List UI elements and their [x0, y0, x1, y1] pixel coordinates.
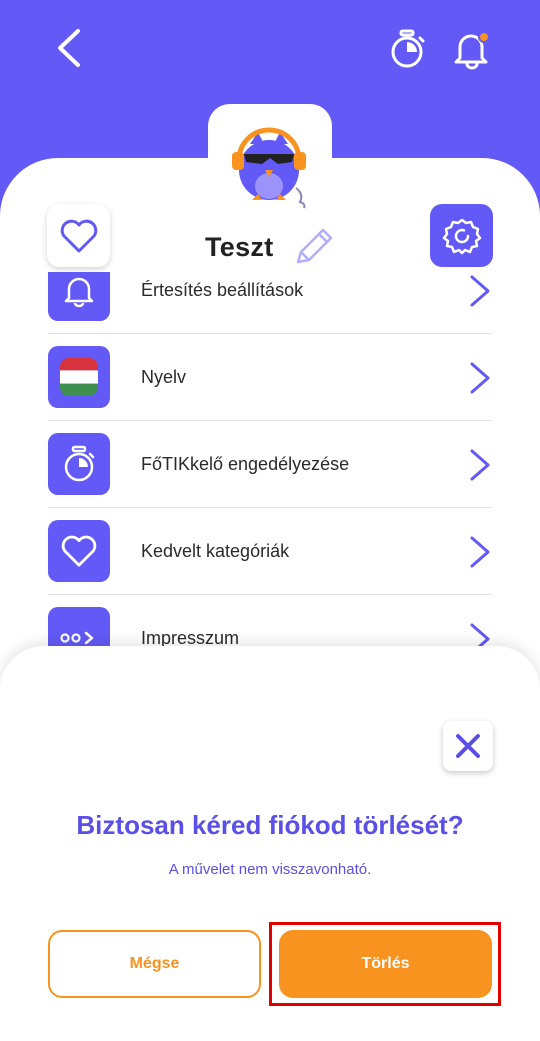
- gear-icon: [442, 218, 481, 254]
- close-icon: [456, 734, 480, 758]
- stopwatch-icon: [64, 445, 95, 482]
- chevron-right-icon: [470, 449, 490, 481]
- heart-icon: [61, 535, 97, 567]
- list-item-notification-settings[interactable]: Értesítés beállítások: [48, 272, 492, 334]
- favorite-button[interactable]: [47, 204, 110, 267]
- dialog-subtitle: A művelet nem visszavonható.: [168, 861, 372, 878]
- notifications-button[interactable]: [450, 26, 494, 70]
- list-item-language[interactable]: Nyelv: [48, 334, 492, 421]
- settings-list: Értesítés beállítások Nyelv FőTIKkelő en…: [0, 272, 540, 652]
- highlight-frame: [269, 922, 501, 1006]
- pencil-icon: [296, 228, 333, 264]
- hungarian-flag-icon: [60, 358, 98, 396]
- profile-name: Teszt: [205, 232, 274, 262]
- top-bar: [0, 0, 540, 110]
- settings-button[interactable]: [430, 204, 493, 267]
- list-item-imprint[interactable]: Impresszum: [48, 595, 492, 652]
- list-item-label: Nyelv: [141, 367, 187, 387]
- list-item-favorite-categories[interactable]: Kedvelt kategóriák: [48, 508, 492, 595]
- owl-avatar-icon: [232, 127, 306, 209]
- notification-dot: [478, 31, 490, 43]
- heart-icon: [60, 219, 97, 252]
- list-item-label: Kedvelt kategóriák: [141, 541, 290, 561]
- list-item-icon-tile: [48, 272, 110, 321]
- dialog-title: Biztosan kéred fiókod törlését?: [76, 810, 464, 840]
- chevron-right-icon: [470, 275, 490, 307]
- list-item-timer-permission[interactable]: FőTIKkelő engedélyezése: [48, 421, 492, 508]
- list-item-icon-tile: [48, 433, 110, 495]
- back-button[interactable]: [50, 26, 90, 70]
- avatar: [208, 104, 332, 228]
- cancel-button[interactable]: Mégse: [48, 930, 261, 998]
- chevron-right-icon: [470, 536, 490, 568]
- edit-name-button[interactable]: [292, 226, 336, 268]
- timer-button[interactable]: [387, 28, 427, 70]
- stopwatch-icon: [391, 29, 425, 68]
- dots-arrow-icon: [60, 631, 94, 645]
- chevron-left-icon: [58, 29, 80, 67]
- bell-icon: [454, 31, 490, 70]
- list-item-icon-tile: [48, 346, 110, 408]
- chevron-right-icon: [470, 362, 490, 394]
- list-item-label: Értesítés beállítások: [141, 280, 304, 300]
- close-button[interactable]: [443, 721, 493, 771]
- bell-icon: [64, 277, 94, 308]
- list-item-label: FőTIKkelő engedélyezése: [141, 454, 350, 474]
- list-item-icon-tile: [48, 520, 110, 582]
